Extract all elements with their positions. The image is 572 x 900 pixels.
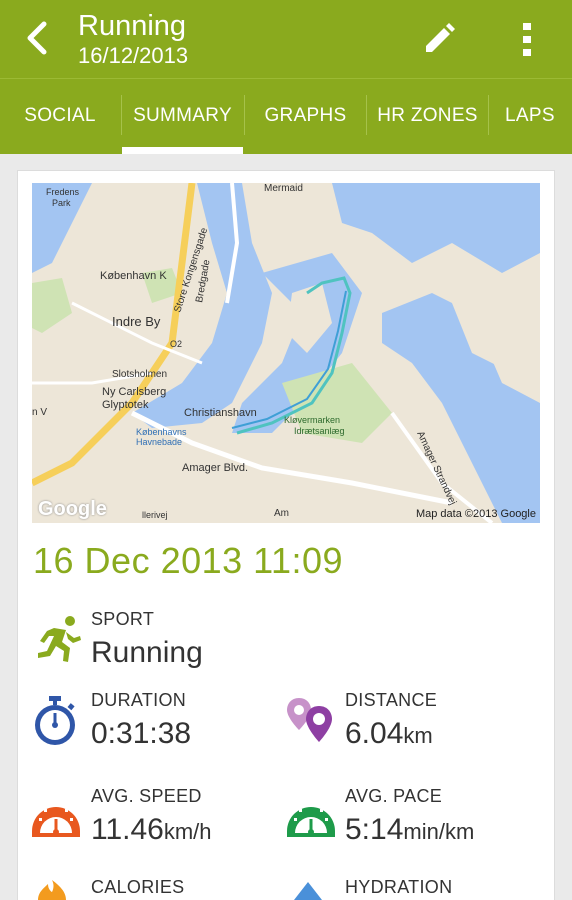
tab-hr-zones[interactable]: HR ZONES [367,79,488,154]
distance-pins-icon [287,698,332,742]
svg-text:Am: Am [274,508,289,519]
edit-pencil-icon[interactable] [420,20,458,58]
avg-pace-value-row: 5:14min/km [345,813,474,847]
google-logo: Google [38,498,107,520]
tab-social[interactable]: SOCIAL [0,79,120,154]
hydration-drop-icon [294,882,322,900]
avg-pace-label: AVG. PACE [345,786,443,806]
svg-text:Glyptotek: Glyptotek [102,399,149,411]
avg-pace-unit: min/km [403,819,475,844]
svg-text:Ny Carlsberg: Ny Carlsberg [102,386,166,398]
svg-text:Fredens: Fredens [46,187,80,197]
app-bar: Running 16/12/2013 [0,0,572,78]
svg-text:O2: O2 [170,339,182,349]
tab-laps[interactable]: LAPS [505,79,572,154]
svg-text:Københavns: Københavns [136,427,187,437]
duration-label: DURATION [91,690,187,710]
speedometer-orange-icon [32,804,80,837]
active-tab-indicator [122,147,243,154]
avg-speed-value: 11.46 [91,813,164,846]
map-graphic: Mermaid Fredens Park København K Indre B… [32,183,540,523]
svg-text:Slotsholmen: Slotsholmen [112,369,167,380]
sport-value: Running [91,636,203,669]
hydration-label: HYDRATION [345,877,453,897]
svg-text:llerivej: llerivej [142,510,168,520]
svg-text:Amager Blvd.: Amager Blvd. [182,462,248,474]
svg-text:Mermaid: Mermaid [264,183,303,194]
avg-speed-unit: km/h [163,819,212,844]
back-arrow-icon[interactable] [20,18,56,58]
svg-text:Havnebade: Havnebade [136,437,182,447]
avg-speed-label: AVG. SPEED [91,786,202,806]
runner-icon [38,616,81,662]
distance-value: 6.04 [345,717,404,750]
distance-label: DISTANCE [345,690,438,710]
svg-text:Idrætsanlæg: Idrætsanlæg [294,426,345,436]
duration-value: 0:31:38 [91,717,192,750]
tab-summary[interactable]: SUMMARY [122,79,243,154]
workout-datetime: 16 Dec 2013 11:09 [33,540,344,581]
svg-text:Kløvermarken: Kløvermarken [284,415,340,425]
calories-flame-icon [38,880,66,900]
avg-speed-value-row: 11.46km/h [91,813,212,847]
sport-label: SPORT [91,609,155,629]
tab-bar: SOCIAL SUMMARY GRAPHS HR ZONES LAPS [0,78,572,154]
map-credit: Map data ©2013 Google [415,508,536,520]
route-map[interactable]: Mermaid Fredens Park København K Indre B… [32,183,540,523]
svg-text:Indre By: Indre By [112,314,161,329]
calories-label: CALORIES [91,877,185,897]
svg-text:Park: Park [52,198,71,208]
speedometer-green-icon [287,804,335,837]
distance-unit: km [403,723,433,748]
page-subtitle-date: 16/12/2013 [78,43,189,68]
stopwatch-icon [35,696,75,745]
svg-text:n V: n V [32,407,47,418]
overflow-menu-icon[interactable] [512,18,542,60]
avg-pace-value: 5:14 [345,813,404,846]
distance-value-row: 6.04km [345,717,433,751]
tab-graphs[interactable]: GRAPHS [245,79,366,154]
svg-text:Christianshavn: Christianshavn [184,407,257,419]
svg-text:København K: København K [100,270,167,282]
tab-divider [488,95,489,135]
page-title: Running [78,10,187,42]
